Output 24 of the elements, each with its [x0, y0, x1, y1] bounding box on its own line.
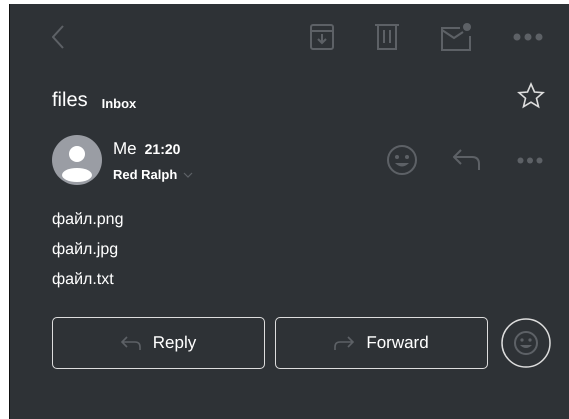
mail-icon[interactable] — [441, 23, 471, 51]
more-icon[interactable] — [513, 33, 543, 41]
recipient-name: Red Ralph — [113, 166, 178, 184]
forward-button[interactable]: Forward — [275, 317, 488, 369]
star-icon[interactable] — [517, 82, 545, 110]
chevron-down-icon[interactable] — [183, 172, 194, 178]
reply-icon — [120, 336, 141, 350]
sender-name: Me — [113, 138, 137, 160]
more-icon[interactable] — [517, 156, 543, 164]
reply-button[interactable]: Reply — [52, 317, 265, 369]
folder-label: Inbox — [102, 97, 136, 110]
back-icon[interactable] — [52, 25, 64, 49]
time-label: 21:20 — [144, 140, 180, 158]
emoji-button[interactable] — [501, 318, 551, 368]
avatar-icon — [52, 135, 102, 185]
trash-icon[interactable] — [375, 23, 399, 51]
smiley-icon[interactable] — [386, 144, 418, 176]
forward-icon — [334, 336, 354, 350]
file-name: файл.jpg — [52, 240, 120, 260]
archive-icon[interactable] — [310, 24, 334, 50]
reply-icon[interactable] — [453, 149, 481, 171]
file-name: файл.txt — [52, 270, 115, 290]
subject-title: files — [52, 90, 88, 110]
file-name: файл.png — [52, 210, 124, 230]
